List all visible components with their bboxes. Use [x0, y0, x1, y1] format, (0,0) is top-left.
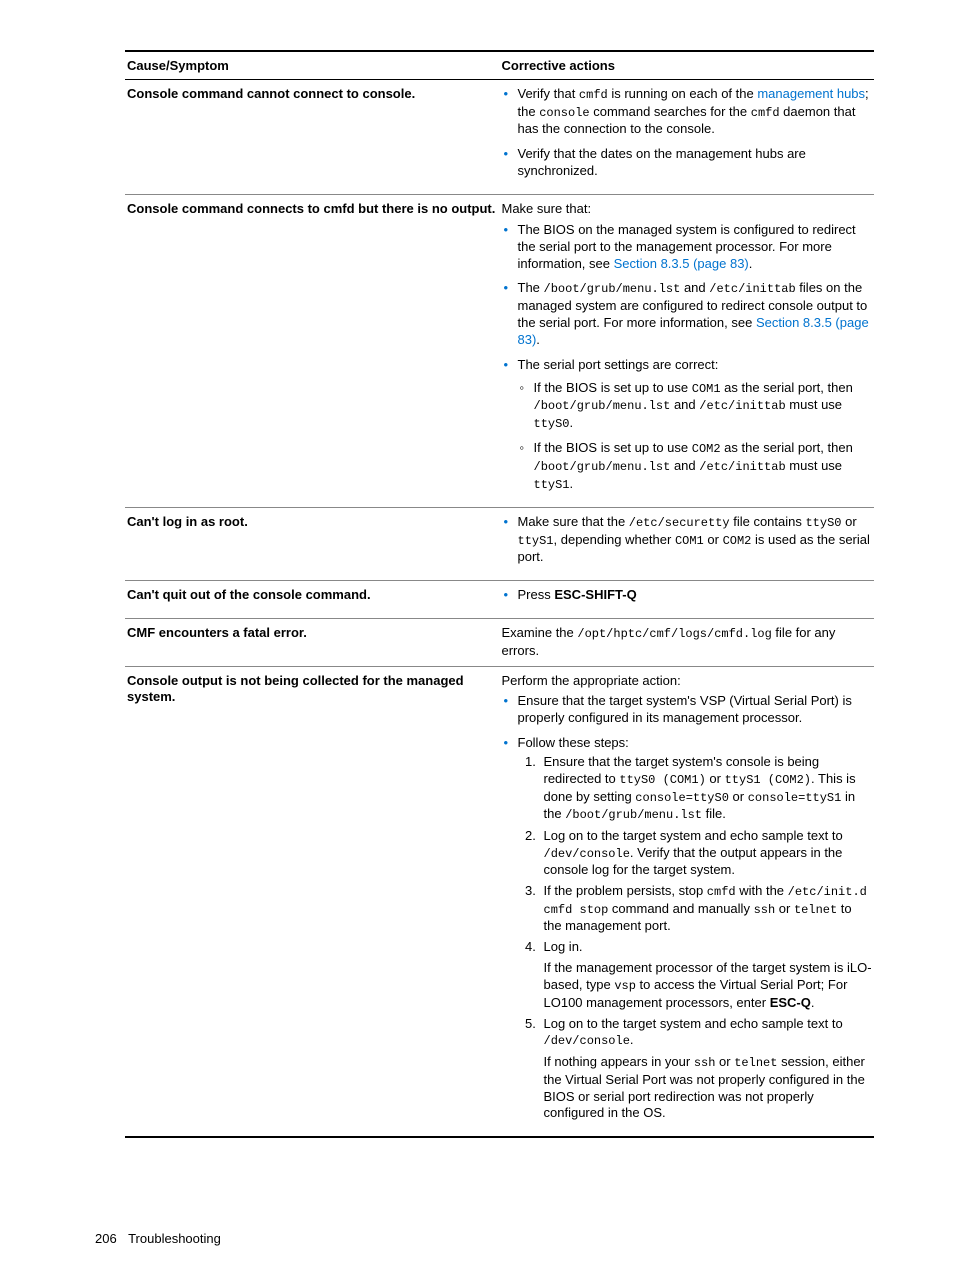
table-row: CMF encounters a fatal error. Examine th…	[125, 619, 874, 666]
page-number: 206	[95, 1231, 117, 1246]
action-cell: Examine the /opt/hptc/cmf/logs/cmfd.log …	[500, 619, 875, 666]
list-item: The serial port settings are correct: If…	[502, 357, 873, 493]
cause-cell: Console command cannot connect to consol…	[125, 80, 500, 195]
table-row: Can't quit out of the console command. P…	[125, 581, 874, 619]
cause-cell: Can't log in as root.	[125, 508, 500, 581]
action-cell: Make sure that the /etc/securetty file c…	[500, 508, 875, 581]
list-item: Ensure that the target system's VSP (Vir…	[502, 693, 873, 727]
sub-list-item: If the BIOS is set up to use COM1 as the…	[518, 380, 873, 433]
table-row: Can't log in as root. Make sure that the…	[125, 508, 874, 581]
list-item: Make sure that the /etc/securetty file c…	[502, 514, 873, 566]
list-item: Verify that cmfd is running on each of t…	[502, 86, 873, 138]
action-cell: Perform the appropriate action: Ensure t…	[500, 666, 875, 1137]
table-row: Console command cannot connect to consol…	[125, 80, 874, 195]
list-item: Verify that the dates on the management …	[502, 146, 873, 180]
table-row: Console command connects to cmfd but the…	[125, 194, 874, 507]
list-item: The /boot/grub/menu.lst and /etc/inittab…	[502, 280, 873, 348]
cause-cell: Console command connects to cmfd but the…	[125, 194, 500, 507]
step-item: Log on to the target system and echo sam…	[540, 828, 873, 879]
step-item: Ensure that the target system's console …	[540, 754, 873, 824]
troubleshooting-table: Cause/Symptom Corrective actions Console…	[125, 50, 874, 1138]
page: Cause/Symptom Corrective actions Console…	[0, 0, 954, 1271]
header-action: Corrective actions	[500, 51, 875, 80]
list-item: Follow these steps: Ensure that the targ…	[502, 735, 873, 1122]
action-cell: Verify that cmfd is running on each of t…	[500, 80, 875, 195]
page-footer: 206 Troubleshooting	[95, 1231, 221, 1246]
step-item: If the problem persists, stop cmfd with …	[540, 883, 873, 935]
cause-cell: Console output is not being collected fo…	[125, 666, 500, 1137]
header-cause: Cause/Symptom	[125, 51, 500, 80]
section-title: Troubleshooting	[128, 1231, 221, 1246]
management-hubs-link[interactable]: management hubs	[757, 86, 865, 101]
action-cell: Make sure that: The BIOS on the managed …	[500, 194, 875, 507]
action-cell: Press ESC-SHIFT-Q	[500, 581, 875, 619]
list-item: The BIOS on the managed system is config…	[502, 222, 873, 273]
step-item: Log on to the target system and echo sam…	[540, 1016, 873, 1123]
table-row: Console output is not being collected fo…	[125, 666, 874, 1137]
cause-cell: CMF encounters a fatal error.	[125, 619, 500, 666]
section-link[interactable]: Section 8.3.5 (page 83)	[614, 256, 749, 271]
list-item: Press ESC-SHIFT-Q	[502, 587, 873, 604]
step-item: Log in. If the management processor of t…	[540, 939, 873, 1011]
cause-cell: Can't quit out of the console command.	[125, 581, 500, 619]
sub-list-item: If the BIOS is set up to use COM2 as the…	[518, 440, 873, 493]
